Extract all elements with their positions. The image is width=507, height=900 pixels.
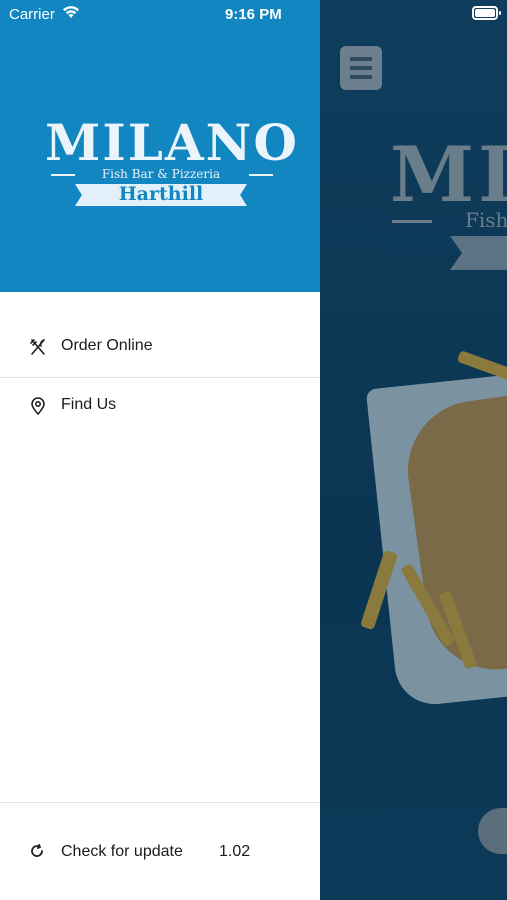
- background-logo-title: MILANO: [390, 130, 507, 219]
- carrier-label: Carrier: [9, 6, 55, 23]
- background-action-button[interactable]: [478, 808, 507, 854]
- menu-item-find-us[interactable]: Find Us: [0, 378, 320, 436]
- menu-item-order-online[interactable]: Order Online: [0, 319, 320, 377]
- fish-and-chips-image: [359, 350, 507, 720]
- location-pin-icon: [31, 397, 45, 415]
- check-for-update-button[interactable]: Check for update 1.02: [0, 822, 320, 880]
- refresh-icon: [31, 843, 43, 857]
- logo-subtitle: Fish Bar & Pizzeria: [101, 167, 221, 181]
- clock-time: 9:16 PM: [225, 6, 282, 23]
- status-bar: Carrier 9:16 PM: [0, 0, 507, 28]
- update-label: Check for update: [61, 843, 183, 860]
- side-drawer: MILANO Fish Bar & Pizzeria Harthill Orde…: [0, 0, 320, 900]
- wifi-icon: [63, 6, 79, 18]
- logo-city: Harthill: [118, 183, 204, 205]
- drawer-header: MILANO Fish Bar & Pizzeria Harthill: [0, 0, 320, 292]
- background-logo-subtitle: Fish Bar & Pizzeria: [465, 208, 507, 232]
- battery-icon: [472, 6, 501, 20]
- divider: [0, 802, 320, 803]
- menu-item-label: Order Online: [61, 337, 153, 354]
- fork-knife-icon: [30, 339, 45, 355]
- hamburger-menu-button[interactable]: [340, 46, 382, 90]
- logo-title: MILANO: [45, 113, 299, 172]
- background-logo: MILANO Fish Bar & Pizzeria: [390, 130, 507, 270]
- menu-item-label: Find Us: [61, 396, 117, 413]
- milano-logo: MILANO Fish Bar & Pizzeria Harthill: [45, 113, 299, 214]
- app-version: 1.02: [219, 843, 251, 860]
